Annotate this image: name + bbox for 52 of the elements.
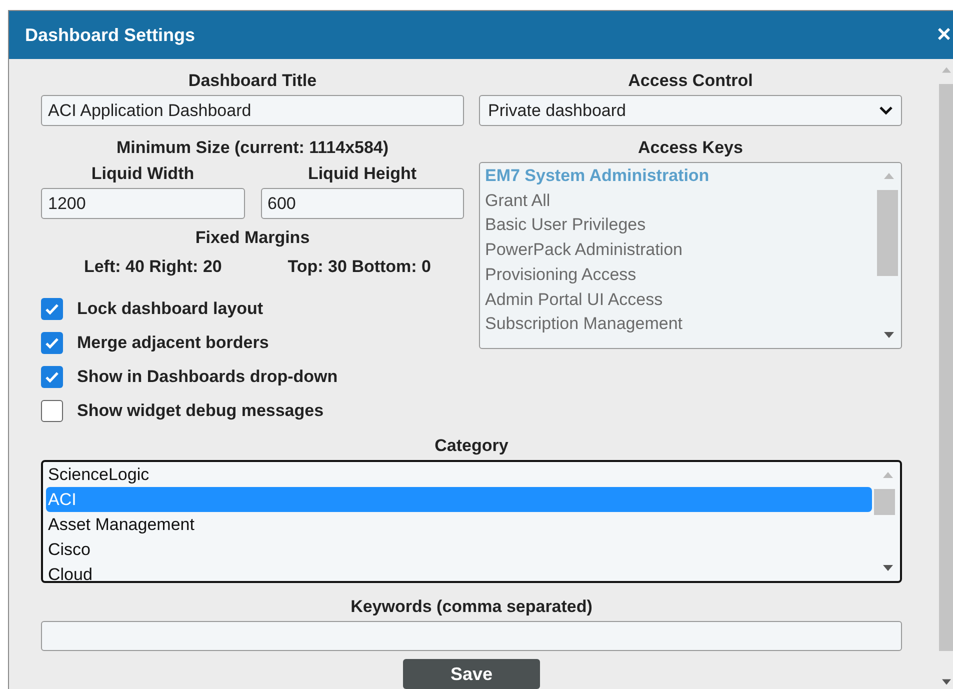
list-item[interactable]: Cisco	[46, 536, 872, 562]
scroll-thumb[interactable]	[877, 190, 898, 276]
field-label: Liquid Height	[308, 164, 417, 183]
checkbox[interactable]	[41, 332, 63, 354]
margin-text: Left: 40 Right: 20	[84, 256, 222, 278]
list-item[interactable]: Grant All	[485, 188, 550, 214]
field-label: Dashboard Title	[188, 71, 317, 90]
title-field[interactable]: ACI Application Dashboard	[41, 95, 464, 126]
list-item[interactable]: Subscription Management	[485, 312, 683, 337]
check-icon	[45, 370, 59, 382]
field-label: Minimum Size (current: 1114x584)	[116, 138, 389, 157]
margin-text: Top: 30 Bottom: 0	[288, 256, 432, 278]
list-item[interactable]: Basic User Privileges	[485, 213, 646, 238]
check-icon	[45, 336, 59, 348]
chevron-down-icon	[879, 106, 893, 115]
field-label: Category	[434, 436, 508, 454]
field-label: Access Control	[628, 71, 753, 90]
number-field[interactable]: 1200	[41, 188, 244, 219]
checkbox[interactable]	[41, 400, 63, 422]
list-item[interactable]: Admin Portal UI Access	[485, 288, 663, 312]
list-item[interactable]: ScienceLogic	[46, 462, 872, 486]
list-item[interactable]: Cloud	[46, 562, 872, 581]
access-dropdown[interactable]: Private dashboard	[479, 95, 902, 126]
window-title: Dashboard Settings	[25, 24, 196, 47]
field-label: Liquid Width	[91, 164, 194, 183]
list-group-header: EM7 System Administration	[485, 165, 710, 187]
list-item[interactable]: Provisioning Access	[485, 262, 636, 288]
category-list[interactable]: ScienceLogic ACI Asset Management Cisco Cloud	[41, 460, 902, 583]
keywords-field[interactable]	[41, 621, 902, 651]
scroll-up-icon	[883, 472, 893, 478]
check-icon	[45, 302, 59, 314]
checkbox-label: Lock dashboard layout	[77, 298, 264, 320]
list-item[interactable]: PowerPack Administration	[485, 238, 682, 263]
checkbox-label: Show in Dashboards drop-down	[77, 366, 338, 388]
scroll-up-icon	[884, 173, 894, 179]
checkbox-label: Show widget debug messages	[77, 400, 324, 422]
scroll-up-icon	[942, 67, 951, 73]
access-keys-list[interactable]: EM7 System Administration Grant All Basic User Privileges PowerPack Administration Provisioning Access Admin Portal UI Access Subscription Management	[479, 162, 902, 349]
scroll-down-icon	[884, 332, 894, 338]
checkbox[interactable]	[41, 366, 63, 388]
close-button[interactable]: ×	[936, 23, 953, 47]
field-label: Access Keys	[638, 138, 743, 157]
scroll-down-icon	[883, 565, 893, 571]
number-field[interactable]: 600	[260, 188, 464, 219]
checkbox-label: Merge adjacent borders	[77, 332, 269, 354]
field-label: Fixed Margins	[195, 228, 310, 247]
list-item[interactable]: Asset Management	[46, 512, 872, 536]
scroll-down-icon	[942, 679, 951, 685]
scroll-thumb[interactable]	[874, 488, 895, 514]
checkbox[interactable]	[41, 298, 63, 320]
save-button[interactable]: Save	[403, 659, 540, 689]
field-label: Keywords (comma separated)	[350, 597, 592, 616]
